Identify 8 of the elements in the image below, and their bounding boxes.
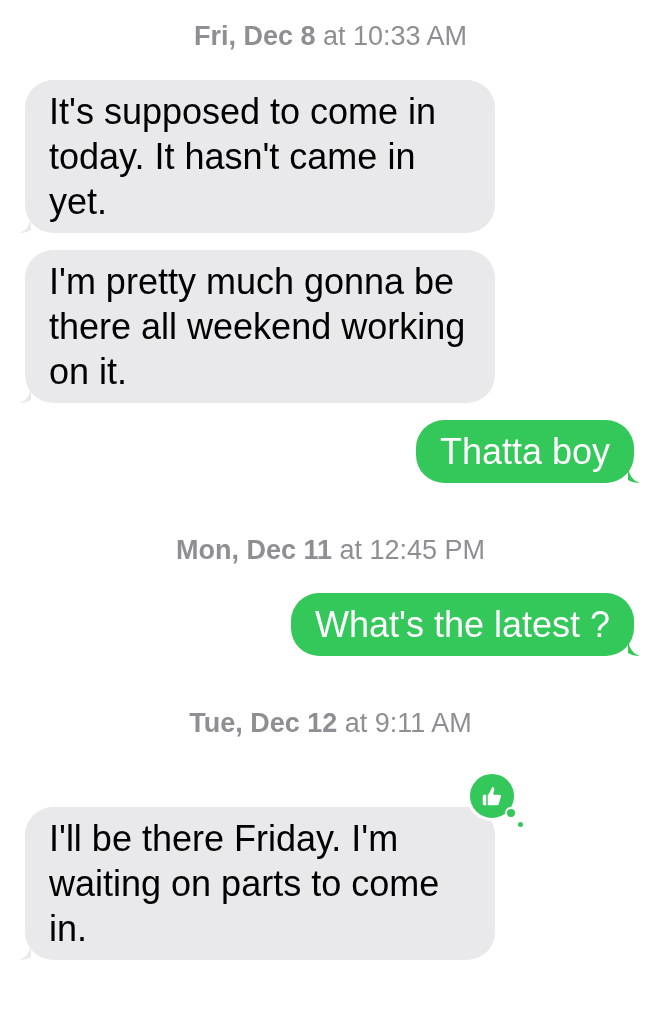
timestamp: Fri, Dec 8 at 10:33 AM: [193, 20, 468, 53]
received-message-bubble: It's supposed to come in today. It hasn't came in yet.: [25, 79, 495, 233]
sent-message-bubble: What's the latest ?: [291, 593, 634, 656]
received-message-bubble: I'll be there Friday. I'm waiting on parts to come in.: [25, 806, 495, 960]
timestamp: Tue, Dec 12 at 9:11 AM: [189, 707, 472, 740]
sent-message-bubble: Thatta boy: [415, 419, 634, 483]
timestamp: Mon, Dec 11 at 12:45 PM: [175, 533, 486, 567]
received-message-bubble: I'm pretty much gonna be there all weekend working on it.: [25, 249, 495, 403]
